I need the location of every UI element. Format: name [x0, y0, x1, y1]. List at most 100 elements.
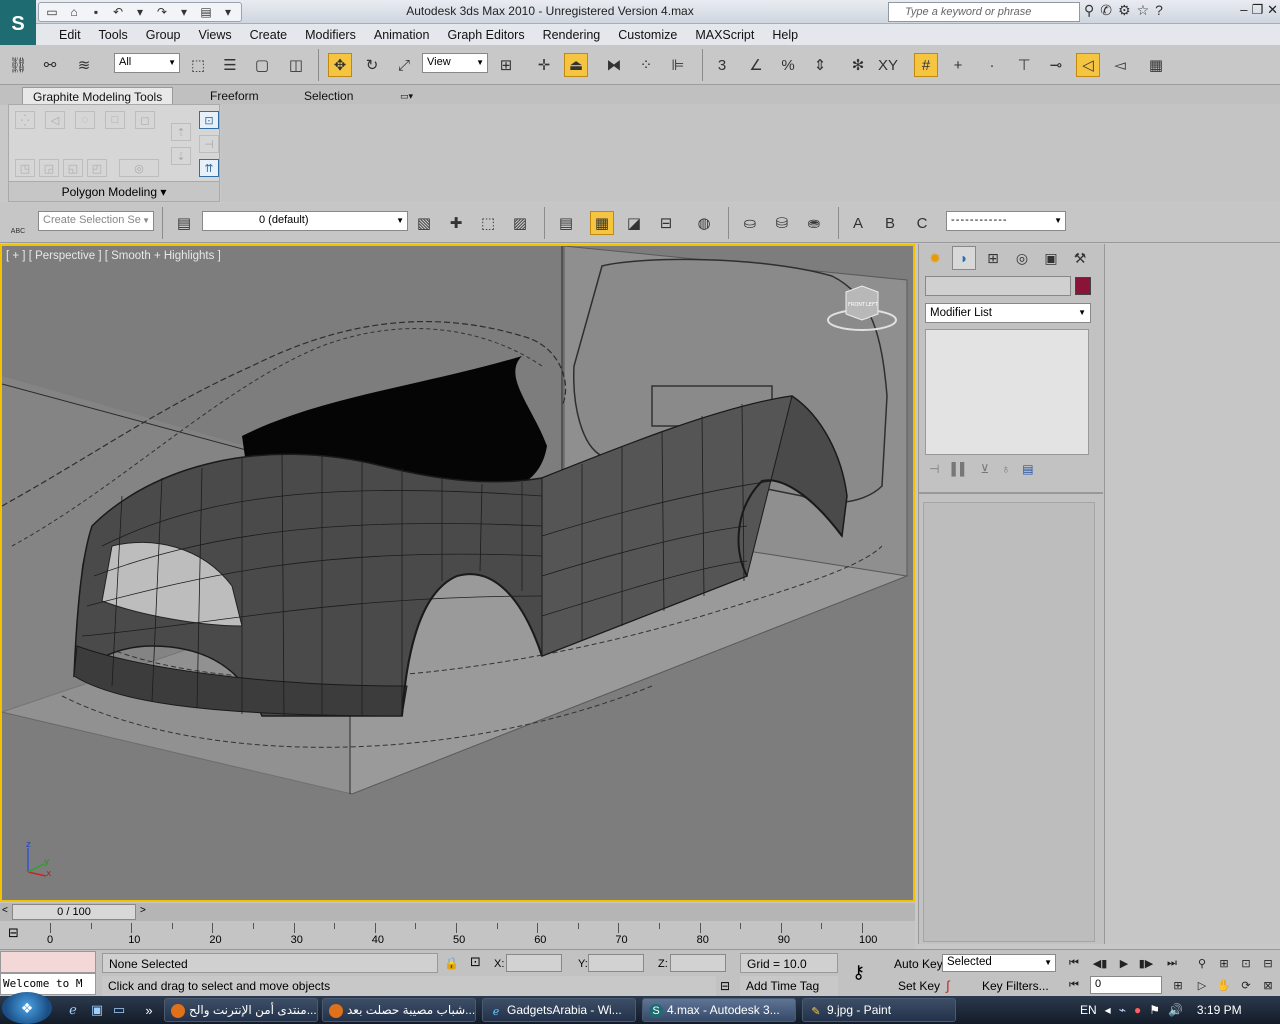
set-current-layer-icon[interactable]: ▨: [508, 211, 532, 235]
key-filters-button[interactable]: Key Filters...: [978, 977, 1053, 995]
time-slider[interactable]: < 0 / 100 >: [0, 903, 915, 921]
bind-space-warp-icon[interactable]: ≋: [72, 53, 96, 77]
menu-edit[interactable]: Edit: [50, 28, 90, 42]
snap-use-axis-icon[interactable]: ◅: [1108, 53, 1132, 77]
vertex-snap-icon[interactable]: ·: [980, 53, 1004, 77]
clock[interactable]: 3:19 PM: [1197, 1003, 1242, 1017]
window-crossing-icon[interactable]: ◫: [284, 53, 308, 77]
select-by-name-icon[interactable]: ☰: [218, 53, 242, 77]
face-snap-icon[interactable]: ⊸: [1044, 53, 1068, 77]
favorites-icon[interactable]: ☆: [1137, 2, 1150, 19]
key-icon[interactable]: ⚷: [852, 962, 865, 983]
collapse-stack-icon[interactable]: ◲: [39, 159, 59, 177]
menu-animation[interactable]: Animation: [365, 28, 439, 42]
stack-down-icon[interactable]: ⇣: [171, 147, 191, 165]
restore-icon[interactable]: ❐: [1251, 2, 1263, 18]
next-frame-icon[interactable]: ▮▶: [1136, 954, 1156, 972]
auto-key-button[interactable]: Auto Key: [890, 955, 947, 973]
menu-modifiers[interactable]: Modifiers: [296, 28, 365, 42]
element-mode-icon[interactable]: ◻: [135, 111, 155, 129]
hierarchy-tab-icon[interactable]: ⊞: [981, 246, 1005, 270]
modifier-list-dropdown[interactable]: Modifier List: [925, 303, 1091, 323]
preview-selection-icon[interactable]: ◰: [87, 159, 107, 177]
key-mode-toggle-icon[interactable]: ⏮: [1064, 976, 1084, 994]
create-tab-icon[interactable]: ✹: [923, 246, 947, 270]
select-rotate-icon[interactable]: ↻: [360, 53, 384, 77]
ribbon-panel-label[interactable]: Polygon Modeling ▾: [9, 181, 219, 201]
select-scale-icon[interactable]: ⤢: [392, 53, 416, 77]
listener-output[interactable]: Welcome to M: [0, 973, 96, 995]
time-configuration-icon[interactable]: ⊞: [1168, 976, 1188, 994]
curve-editor-icon[interactable]: ◪: [622, 211, 646, 235]
menu-graph-editors[interactable]: Graph Editors: [438, 28, 533, 42]
layer-dropdown[interactable]: 0 (default): [202, 211, 408, 231]
select-manipulate-icon[interactable]: ✛: [532, 53, 556, 77]
object-name-field[interactable]: [925, 276, 1071, 296]
make-unique-icon[interactable]: ⊻: [980, 462, 989, 476]
rendered-frame-window-icon[interactable]: ⛁: [770, 211, 794, 235]
explorer-icon[interactable]: ▣: [88, 1001, 106, 1019]
render-preset-a-icon[interactable]: A: [846, 211, 870, 235]
modifier-stack[interactable]: [925, 329, 1089, 455]
quicklaunch-overflow-icon[interactable]: »: [140, 1001, 158, 1019]
panel-dropdown-icon[interactable]: ▾: [160, 185, 166, 199]
maxscript-listener[interactable]: Welcome to M: [0, 951, 96, 996]
utilities-tab-icon[interactable]: ⚒: [1068, 246, 1092, 270]
binoculars-icon[interactable]: ⚲: [1084, 2, 1094, 19]
field-of-view-icon[interactable]: ▷: [1192, 976, 1212, 994]
taskbar-item-3dsmax[interactable]: S 4.max - Autodesk 3...: [642, 998, 796, 1022]
selection-filter-dropdown[interactable]: All: [114, 53, 180, 73]
named-selection-set-dropdown[interactable]: Create Selection Se: [38, 211, 154, 231]
vertex-mode-icon[interactable]: ⁛: [15, 111, 35, 129]
viewcube[interactable]: FRONT LEFT: [826, 284, 898, 332]
close-icon[interactable]: ✕: [1267, 2, 1278, 18]
link-icon[interactable]: ⛓: [6, 53, 30, 77]
menu-customize[interactable]: Customize: [609, 28, 686, 42]
reference-coordinate-dropdown[interactable]: View: [422, 53, 488, 73]
border-mode-icon[interactable]: ◌: [75, 111, 95, 129]
material-editor-icon[interactable]: ◍: [692, 211, 716, 235]
tab-freeform[interactable]: Freeform: [200, 87, 269, 105]
edge-mode-icon[interactable]: ◁: [45, 111, 65, 129]
mirror-icon[interactable]: ⧓: [602, 53, 626, 77]
time-prev-button[interactable]: <: [2, 905, 8, 916]
current-frame-field[interactable]: 0: [1090, 976, 1162, 994]
tab-graphite-modeling-tools[interactable]: Graphite Modeling Tools: [22, 87, 174, 105]
configure-modifier-sets-icon[interactable]: ▤: [1022, 462, 1033, 476]
pivot-snap-icon[interactable]: +: [946, 53, 970, 77]
time-tag-icon[interactable]: ⊟: [720, 979, 730, 993]
pivot-center-icon[interactable]: ⊞: [494, 53, 518, 77]
volume-icon[interactable]: 🔊: [1168, 1003, 1183, 1017]
go-to-start-icon[interactable]: ⏮: [1064, 954, 1084, 972]
toggle-layer-manager-icon[interactable]: ▦: [590, 211, 614, 235]
x-coordinate-field[interactable]: [506, 954, 562, 972]
edit-named-selection-icon[interactable]: ABC: [6, 211, 30, 235]
pan-view-icon[interactable]: ✋: [1214, 976, 1234, 994]
toggle-modifier-icon[interactable]: ⇈: [199, 159, 219, 177]
taskbar-item-shabab[interactable]: شباب مصيبة حصلت بعد...: [322, 998, 476, 1022]
taskbar-item-forum[interactable]: منتدى أمن الإنترنت والح...: [164, 998, 318, 1022]
z-coordinate-field[interactable]: [670, 954, 726, 972]
time-next-button[interactable]: >: [140, 905, 146, 916]
absolute-mode-icon[interactable]: ⊡: [470, 954, 481, 970]
unlink-icon[interactable]: ⚯: [38, 53, 62, 77]
xy-constraint-icon[interactable]: XY: [876, 53, 900, 77]
add-time-tag-button[interactable]: Add Time Tag: [740, 976, 838, 996]
remove-modifier-icon[interactable]: ♁: [1001, 462, 1010, 476]
internet-explorer-icon[interactable]: ℯ: [64, 1001, 82, 1019]
communication-icon[interactable]: ✆: [1100, 2, 1112, 19]
render-preset-b-icon[interactable]: B: [878, 211, 902, 235]
use-soft-selection-icon[interactable]: ◎: [119, 159, 159, 177]
keyboard-shortcut-override-icon[interactable]: ⏏: [564, 53, 588, 77]
zoom-extents-icon[interactable]: ⊡: [1236, 954, 1256, 972]
menu-create[interactable]: Create: [241, 28, 297, 42]
show-desktop-icon[interactable]: ▭: [110, 1001, 128, 1019]
select-object-icon[interactable]: ⬚: [186, 53, 210, 77]
set-key-curve-icon[interactable]: ∫: [946, 978, 950, 993]
ribbon-options-icon[interactable]: ▭▾: [390, 87, 423, 105]
named-selection-icon[interactable]: ▦: [1144, 53, 1168, 77]
search-input[interactable]: Type a keyword or phrase: [888, 2, 1080, 22]
taskbar-item-gadgetsarabia[interactable]: ℯ GadgetsArabia - Wi...: [482, 998, 636, 1022]
help-icon[interactable]: ?: [1155, 2, 1163, 19]
network-icon[interactable]: ⌁: [1119, 1003, 1126, 1017]
